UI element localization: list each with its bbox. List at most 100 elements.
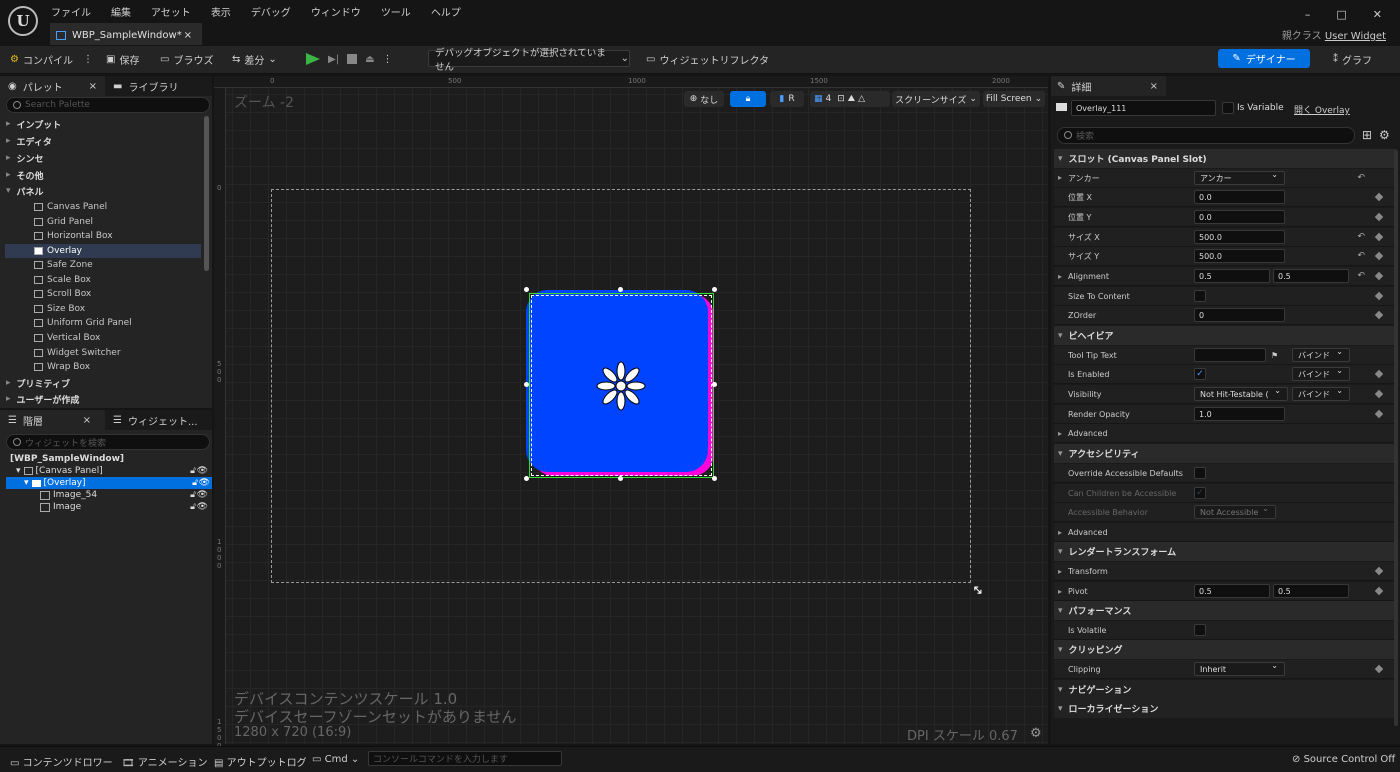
- category-input[interactable]: インプット: [6, 116, 202, 132]
- browse-button[interactable]: ▭ ブラウズ: [160, 52, 213, 67]
- resize-handle[interactable]: [618, 287, 623, 292]
- pivot-y-input[interactable]: 0.5: [1273, 584, 1349, 598]
- palette-item[interactable]: Vertical Box: [34, 331, 200, 345]
- is-variable-checkbox[interactable]: [1222, 102, 1234, 114]
- eject-icon[interactable]: ⏏: [365, 54, 374, 65]
- reset-icon[interactable]: ↶: [1357, 271, 1365, 281]
- close-window-icon[interactable]: ✕: [1373, 8, 1382, 21]
- kebab-icon[interactable]: ⋮: [83, 54, 93, 65]
- position-x-input[interactable]: 0.0: [1194, 190, 1285, 204]
- position-y-input[interactable]: 0.0: [1194, 210, 1285, 224]
- debug-object-dropdown[interactable]: デバッグオブジェクトが選択されていません ⌄: [428, 48, 630, 73]
- section-behavior[interactable]: ビヘイビア: [1054, 326, 1397, 345]
- section-clipping[interactable]: クリッピング: [1054, 640, 1397, 659]
- console-input[interactable]: コンソールコマンドを入力します: [368, 751, 562, 766]
- anchor-dropdown[interactable]: アンカー: [1194, 170, 1285, 185]
- category-editor[interactable]: エディタ: [6, 133, 202, 149]
- unreal-logo-icon[interactable]: U: [8, 6, 38, 36]
- lock-icon[interactable]: 🔓︎: [190, 490, 196, 500]
- fill-screen-dropdown[interactable]: Fill Screen ⌄: [983, 91, 1045, 107]
- tree-root[interactable]: [WBP_SampleWindow]: [10, 453, 124, 465]
- palette-item[interactable]: Size Box: [34, 302, 200, 316]
- output-log-button[interactable]: ▤ アウトプットログ: [214, 754, 307, 769]
- zorder-input[interactable]: 0: [1194, 308, 1285, 322]
- respect-lock-toggle[interactable]: ▮ R: [770, 91, 804, 107]
- override-checkbox[interactable]: [1194, 467, 1206, 479]
- dpi-settings-gear-icon[interactable]: ⚙: [1030, 726, 1042, 741]
- cmd-dropdown[interactable]: ▭ Cmd ⌄: [312, 754, 359, 765]
- keyframe-icon[interactable]: [1374, 310, 1384, 320]
- category-synth[interactable]: シンセ: [6, 150, 202, 166]
- source-control-button[interactable]: ⊘ Source Control Off: [1292, 754, 1395, 765]
- keyframe-icon[interactable]: [1374, 212, 1384, 222]
- palette-item[interactable]: Scale Box: [34, 273, 200, 287]
- palette-item[interactable]: Uniform Grid Panel: [34, 316, 200, 330]
- resize-handle[interactable]: [712, 287, 717, 292]
- tree-node-image[interactable]: Image 🔓︎ 👁︎: [40, 501, 212, 513]
- alignment-x-input[interactable]: 0.5: [1194, 269, 1270, 283]
- category-panel[interactable]: パネル: [6, 183, 202, 199]
- minimize-icon[interactable]: –: [1305, 8, 1311, 21]
- step-icon[interactable]: ▶|: [328, 54, 339, 65]
- eye-icon[interactable]: 👁︎: [197, 466, 208, 476]
- menu-asset[interactable]: アセット: [151, 4, 191, 19]
- eye-icon[interactable]: 👁︎: [199, 478, 210, 488]
- menu-window[interactable]: ウィンドウ: [311, 4, 361, 19]
- document-tab[interactable]: WBP_SampleWindow* ×: [50, 23, 202, 45]
- keyframe-icon[interactable]: [1374, 389, 1384, 399]
- lock-icon[interactable]: 🔓︎: [190, 502, 196, 512]
- is-volatile-checkbox[interactable]: [1194, 624, 1206, 636]
- reset-icon[interactable]: ↶: [1357, 232, 1365, 242]
- parent-class-link[interactable]: User Widget: [1325, 31, 1386, 42]
- menu-help[interactable]: ヘルプ: [431, 4, 461, 19]
- resize-handle[interactable]: [712, 476, 717, 481]
- section-navigation[interactable]: ナビゲーション: [1054, 680, 1397, 699]
- tab-widget-binding[interactable]: ☰ ウィジェット...: [105, 410, 212, 430]
- eye-icon[interactable]: 👁︎: [197, 502, 208, 512]
- keyframe-icon[interactable]: [1374, 586, 1384, 596]
- menu-edit[interactable]: 編集: [111, 4, 131, 19]
- keyframe-icon[interactable]: [1374, 409, 1384, 419]
- resize-handle[interactable]: [524, 287, 529, 292]
- category-primitive[interactable]: プリミティブ: [6, 375, 202, 391]
- play-options-icon[interactable]: ⋮: [383, 54, 393, 65]
- grid-snap-toggle[interactable]: ▦ 4 ⊡ ⛰ △: [810, 91, 890, 107]
- size-y-input[interactable]: 500.0: [1194, 249, 1285, 263]
- menu-view[interactable]: 表示: [211, 4, 231, 19]
- tooltip-input[interactable]: [1194, 348, 1266, 362]
- anchor-flower-icon[interactable]: [596, 361, 646, 411]
- keyframe-icon[interactable]: [1374, 664, 1384, 674]
- palette-item[interactable]: Grid Panel: [34, 215, 200, 229]
- keyframe-icon[interactable]: [1374, 192, 1384, 202]
- resize-handle[interactable]: [712, 382, 717, 387]
- details-search-input[interactable]: 検索: [1057, 127, 1355, 144]
- table-view-icon[interactable]: ⊞: [1362, 128, 1372, 142]
- lock-toggle[interactable]: 🔒︎: [730, 91, 766, 107]
- resize-handle[interactable]: [524, 476, 529, 481]
- resize-handle[interactable]: [524, 382, 529, 387]
- menu-debug[interactable]: デバッグ: [251, 4, 291, 19]
- menu-file[interactable]: ファイル: [51, 4, 91, 19]
- close-icon[interactable]: ×: [83, 415, 91, 426]
- hierarchy-search-input[interactable]: ウィジェットを検索: [6, 434, 210, 450]
- tab-palette[interactable]: ◉ パレット ×: [0, 76, 105, 96]
- maximize-icon[interactable]: □: [1336, 8, 1346, 21]
- palette-search-input[interactable]: Search Palette: [6, 97, 210, 113]
- palette-item[interactable]: Safe Zone: [34, 258, 200, 272]
- reset-icon[interactable]: ↶: [1357, 173, 1365, 183]
- lock-icon[interactable]: 🔓︎: [192, 478, 198, 488]
- eye-icon[interactable]: 👁︎: [197, 490, 208, 500]
- bind-dropdown[interactable]: バインド: [1292, 386, 1350, 401]
- palette-item[interactable]: Scroll Box: [34, 287, 200, 301]
- palette-item[interactable]: Horizontal Box: [34, 229, 200, 243]
- widget-name-input[interactable]: Overlay_111: [1071, 100, 1216, 116]
- palette-item[interactable]: Widget Switcher: [34, 346, 200, 360]
- section-localization[interactable]: ローカライゼーション: [1054, 699, 1397, 718]
- keyframe-icon[interactable]: [1374, 271, 1384, 281]
- compile-button[interactable]: ⚙ コンパイル ⋮: [10, 52, 93, 67]
- prop-advanced-2[interactable]: Advanced: [1054, 523, 1397, 542]
- diff-button[interactable]: ⇆ 差分 ⌄: [232, 52, 277, 67]
- designer-mode-button[interactable]: ✎ デザイナー: [1218, 49, 1310, 68]
- widget-reflector-button[interactable]: ▭ ウィジェットリフレクタ: [646, 52, 769, 67]
- stop-icon[interactable]: [347, 54, 358, 64]
